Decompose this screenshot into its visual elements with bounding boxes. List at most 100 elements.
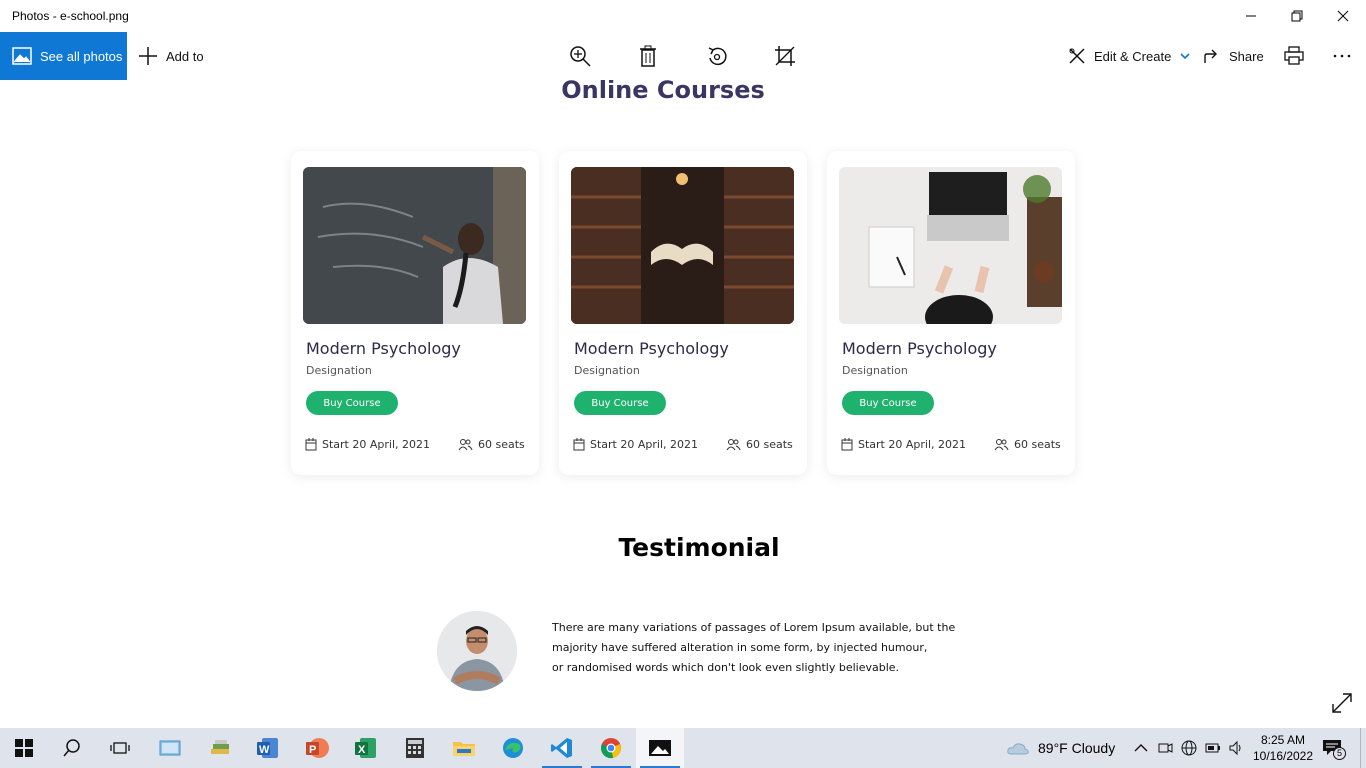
- rotate-icon: [708, 47, 727, 66]
- taskbar-app-photos[interactable]: [636, 728, 684, 768]
- vscode-icon: [551, 738, 572, 758]
- course-seats: 60 seats: [994, 438, 1061, 451]
- minimize-icon: [1246, 15, 1256, 17]
- buy-course-button[interactable]: Buy Course: [842, 391, 934, 415]
- restore-button[interactable]: [1274, 0, 1320, 32]
- taskbar-app-stack[interactable]: [196, 728, 244, 768]
- more-options-button[interactable]: [1330, 44, 1354, 68]
- fullscreen-button[interactable]: [1331, 692, 1353, 718]
- crop-icon: [775, 46, 795, 66]
- printer-icon: [1284, 46, 1304, 65]
- edit-create-button[interactable]: Edit & Create: [1068, 32, 1199, 80]
- taskbar-app-powerpoint[interactable]: P: [293, 728, 341, 768]
- share-icon: [1204, 49, 1217, 63]
- system-clock[interactable]: 8:25 AM 10/16/2022: [1248, 732, 1318, 764]
- calendar-icon: [305, 438, 317, 451]
- share-button[interactable]: Share: [1203, 32, 1264, 80]
- edit-create-label: Edit & Create: [1094, 48, 1172, 64]
- powerpoint-icon: P: [306, 738, 329, 758]
- delete-button[interactable]: [636, 44, 660, 68]
- chevron-down-icon: [1180, 53, 1190, 60]
- course-seats: 60 seats: [726, 438, 793, 451]
- testimonial-line: or randomised words which don't look eve…: [552, 661, 900, 674]
- buy-course-button[interactable]: Buy Course: [574, 391, 666, 415]
- excel-icon: X: [355, 738, 376, 758]
- zoom-button[interactable]: [568, 44, 592, 68]
- task-view-icon: [110, 742, 130, 754]
- calendar-icon: [573, 438, 585, 451]
- minimize-button[interactable]: [1228, 0, 1274, 32]
- meet-now-icon[interactable]: [1157, 740, 1173, 756]
- title-bar: Photos - e-school.png: [0, 0, 1366, 32]
- weather-widget[interactable]: 89°F Cloudy: [1006, 728, 1115, 768]
- search-icon: [63, 739, 80, 757]
- photo-gallery-icon: [12, 47, 32, 65]
- course-designation: Designation: [574, 364, 640, 377]
- course-start-label: Start 20 April, 2021: [858, 438, 966, 451]
- taskbar-app-photos-viewer[interactable]: [146, 728, 194, 768]
- course-seats-label: 60 seats: [746, 438, 793, 451]
- weather-text: 89°F Cloudy: [1038, 740, 1116, 756]
- close-button[interactable]: [1320, 0, 1366, 32]
- taskbar-app-calculator[interactable]: [391, 728, 439, 768]
- courses-heading: Online Courses: [561, 80, 765, 104]
- svg-text:P: P: [309, 744, 316, 756]
- course-start-label: Start 20 April, 2021: [322, 438, 430, 451]
- users-icon: [458, 439, 473, 451]
- expand-icon: [1332, 693, 1352, 713]
- chevron-up-icon[interactable]: [1133, 740, 1149, 756]
- folder-icon: [453, 742, 475, 756]
- course-card: Modern Psychology Designation Buy Course…: [827, 151, 1075, 475]
- course-designation: Designation: [842, 364, 908, 377]
- testimonial-heading: Testimonial: [618, 533, 780, 562]
- image-viewer-icon: [159, 740, 181, 756]
- taskbar-app-chrome[interactable]: [587, 728, 635, 768]
- course-title: Modern Psychology: [574, 339, 729, 358]
- trash-icon: [640, 45, 656, 67]
- share-label: Share: [1229, 48, 1264, 64]
- rotate-button[interactable]: [705, 44, 729, 68]
- users-icon: [994, 439, 1009, 451]
- svg-text:W: W: [259, 744, 270, 756]
- network-globe-icon[interactable]: [1181, 740, 1197, 756]
- course-card: Modern Psychology Designation Buy Course…: [559, 151, 807, 475]
- notification-center-button[interactable]: 5: [1322, 738, 1346, 760]
- taskbar-app-file-explorer[interactable]: [440, 728, 488, 768]
- show-desktop-divider[interactable]: [1360, 728, 1361, 768]
- battery-icon[interactable]: [1205, 740, 1221, 756]
- search-button[interactable]: [48, 728, 96, 768]
- course-image-chalkboard: [303, 167, 526, 324]
- edit-create-icon: [1069, 48, 1085, 64]
- course-title: Modern Psychology: [842, 339, 997, 358]
- taskbar-app-edge[interactable]: [489, 728, 537, 768]
- course-image-library: [571, 167, 794, 324]
- books-icon: [211, 740, 229, 754]
- taskbar-app-excel[interactable]: X: [342, 728, 390, 768]
- add-to-label: Add to: [166, 48, 204, 64]
- see-all-photos-button[interactable]: See all photos: [0, 32, 127, 80]
- photo-canvas: Online Courses Modern Psychology Designa…: [0, 80, 1366, 728]
- course-image-laptop: [839, 167, 1062, 324]
- course-start-label: Start 20 April, 2021: [590, 438, 698, 451]
- taskbar-app-vscode[interactable]: [538, 728, 586, 768]
- course-seats-label: 60 seats: [478, 438, 525, 451]
- task-view-button[interactable]: [96, 728, 144, 768]
- start-button[interactable]: [0, 728, 48, 768]
- window-title: Photos - e-school.png: [12, 9, 129, 23]
- see-all-photos-label: See all photos: [40, 48, 123, 64]
- restore-icon: [1291, 10, 1303, 22]
- calendar-icon: [841, 438, 853, 451]
- add-to-button[interactable]: Add to: [138, 32, 204, 80]
- taskbar-app-word[interactable]: W: [244, 728, 292, 768]
- print-button[interactable]: [1282, 44, 1306, 68]
- clock-date: 10/16/2022: [1252, 749, 1314, 763]
- plus-icon: [139, 47, 157, 65]
- cloud-icon: [1007, 743, 1029, 755]
- more-icon: [1333, 54, 1351, 58]
- buy-course-button[interactable]: Buy Course: [306, 391, 398, 415]
- zoom-in-icon: [570, 46, 591, 67]
- crop-button[interactable]: [773, 44, 797, 68]
- volume-icon[interactable]: [1228, 740, 1244, 756]
- testimonial-avatar: [437, 611, 517, 691]
- chrome-icon: [601, 738, 621, 759]
